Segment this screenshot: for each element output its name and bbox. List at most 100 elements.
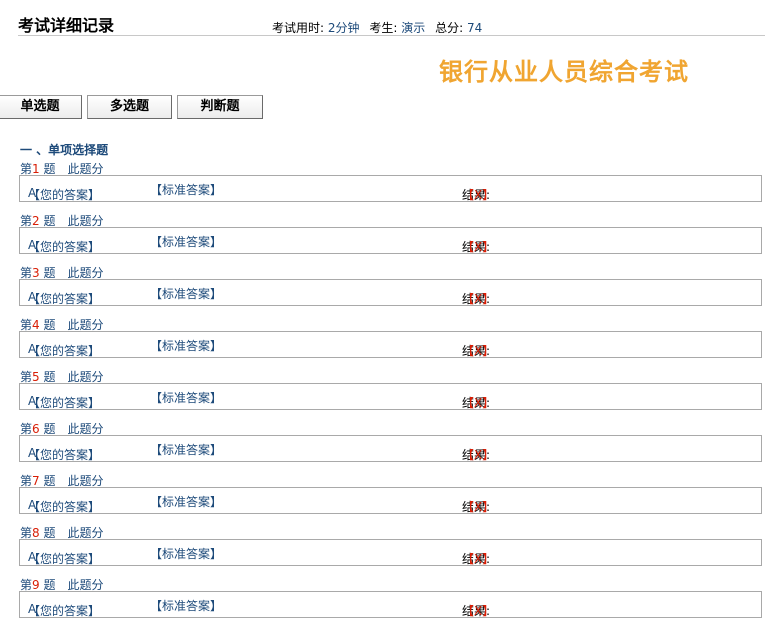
answer-box: 【您的答案】 A 【标准答案】 结果: 【X】 bbox=[19, 383, 762, 410]
question-number: 5 bbox=[32, 370, 40, 384]
tab-multiple-choice[interactable]: 多选题 bbox=[87, 95, 172, 119]
time-label: 考试用时: bbox=[272, 21, 325, 35]
your-answer-value: A bbox=[28, 342, 37, 356]
exam-name-heading: 银行从业人员综合考试 bbox=[439, 57, 689, 86]
question-suffix: 题 bbox=[39, 578, 56, 592]
question-number: 6 bbox=[32, 422, 40, 436]
answer-box: 【您的答案】 A 【标准答案】 结果: 【X】 bbox=[19, 591, 762, 618]
question-score-label: 此题分 bbox=[67, 578, 104, 592]
your-answer-label: 【您的答案】 bbox=[28, 552, 101, 566]
your-answer-value: A bbox=[28, 238, 37, 252]
question-row: 第3 题此题分 【您的答案】 A 【标准答案】 结果: 【X】 bbox=[0, 264, 765, 316]
your-answer-value: A bbox=[28, 290, 37, 304]
result-mark: 【X】 bbox=[462, 396, 495, 410]
your-answer-label: 【您的答案】 bbox=[28, 292, 101, 306]
question-prefix: 第 bbox=[20, 266, 33, 280]
page-title: 考试详细记录 bbox=[18, 16, 115, 35]
result-mark: 【X】 bbox=[462, 552, 495, 566]
question-suffix: 题 bbox=[39, 266, 56, 280]
standard-answer-label: 【标准答案】 bbox=[150, 235, 223, 249]
question-prefix: 第 bbox=[20, 526, 33, 540]
your-answer-label: 【您的答案】 bbox=[28, 240, 101, 254]
exam-meta: 考试用时: 2分钟 考生: 演示 总分: 74 bbox=[272, 19, 482, 36]
your-answer-value: A bbox=[28, 550, 37, 564]
standard-answer-label: 【标准答案】 bbox=[150, 339, 223, 353]
question-score-label: 此题分 bbox=[67, 214, 104, 228]
your-answer-label: 【您的答案】 bbox=[28, 344, 101, 358]
result-mark: 【X】 bbox=[462, 344, 495, 358]
header-bar: 考试详细记录 考试用时: 2分钟 考生: 演示 总分: 74 bbox=[0, 0, 765, 36]
your-answer-value: A bbox=[28, 602, 37, 616]
result-mark: 【X】 bbox=[462, 604, 495, 618]
your-answer-value: A bbox=[28, 498, 37, 512]
question-score-label: 此题分 bbox=[67, 526, 104, 540]
standard-answer-label: 【标准答案】 bbox=[150, 183, 223, 197]
question-number: 4 bbox=[32, 318, 40, 332]
result-mark: 【X】 bbox=[462, 188, 495, 202]
question-row: 第8 题此题分 【您的答案】 A 【标准答案】 结果: 【X】 bbox=[0, 524, 765, 576]
header-divider bbox=[18, 35, 765, 36]
question-prefix: 第 bbox=[20, 474, 33, 488]
your-answer-value: A bbox=[28, 394, 37, 408]
question-row: 第9 题此题分 【您的答案】 A 【标准答案】 结果: 【X】 bbox=[0, 576, 765, 628]
question-row: 第6 题此题分 【您的答案】 A 【标准答案】 结果: 【X】 bbox=[0, 420, 765, 472]
your-answer-value: A bbox=[28, 446, 37, 460]
total-score-value: 74 bbox=[466, 21, 483, 35]
tab-single-choice[interactable]: 单选题 bbox=[0, 95, 82, 119]
question-number: 3 bbox=[32, 266, 40, 280]
examinee-value: 演示 bbox=[401, 21, 426, 35]
section-title: 一 、单项选择题 bbox=[20, 143, 109, 157]
question-number: 7 bbox=[32, 474, 40, 488]
question-score-label: 此题分 bbox=[67, 422, 104, 436]
time-value: 2分钟 bbox=[327, 21, 360, 35]
answer-box: 【您的答案】 A 【标准答案】 结果: 【X】 bbox=[19, 175, 762, 202]
tab-true-false[interactable]: 判断题 bbox=[177, 95, 263, 119]
question-row: 第7 题此题分 【您的答案】 A 【标准答案】 结果: 【X】 bbox=[0, 472, 765, 524]
question-row: 第5 题此题分 【您的答案】 A 【标准答案】 结果: 【X】 bbox=[0, 368, 765, 420]
answer-box: 【您的答案】 A 【标准答案】 结果: 【X】 bbox=[19, 279, 762, 306]
question-row: 第1 题此题分 【您的答案】 A 【标准答案】 结果: 【X】 bbox=[0, 160, 765, 212]
question-prefix: 第 bbox=[20, 318, 33, 332]
standard-answer-label: 【标准答案】 bbox=[150, 495, 223, 509]
result-mark: 【X】 bbox=[462, 448, 495, 462]
question-list: 第1 题此题分 【您的答案】 A 【标准答案】 结果: 【X】 第2 题此题分 【您的答案】 A… bbox=[0, 160, 765, 628]
question-prefix: 第 bbox=[20, 162, 33, 176]
your-answer-label: 【您的答案】 bbox=[28, 604, 101, 618]
question-score-label: 此题分 bbox=[67, 474, 104, 488]
result-mark: 【X】 bbox=[462, 240, 495, 254]
question-suffix: 题 bbox=[39, 214, 56, 228]
standard-answer-label: 【标准答案】 bbox=[150, 443, 223, 457]
question-suffix: 题 bbox=[39, 422, 56, 436]
question-score-label: 此题分 bbox=[67, 318, 104, 332]
question-score-label: 此题分 bbox=[67, 266, 104, 280]
standard-answer-label: 【标准答案】 bbox=[150, 287, 223, 301]
question-row: 第4 题此题分 【您的答案】 A 【标准答案】 结果: 【X】 bbox=[0, 316, 765, 368]
question-number: 8 bbox=[32, 526, 40, 540]
your-answer-label: 【您的答案】 bbox=[28, 188, 101, 202]
question-suffix: 题 bbox=[39, 162, 56, 176]
score-label: 总分: bbox=[435, 21, 464, 35]
examinee-label: 考生: bbox=[369, 21, 398, 35]
question-prefix: 第 bbox=[20, 370, 33, 384]
standard-answer-label: 【标准答案】 bbox=[150, 547, 223, 561]
question-suffix: 题 bbox=[39, 526, 56, 540]
question-score-label: 此题分 bbox=[67, 162, 104, 176]
answer-box: 【您的答案】 A 【标准答案】 结果: 【X】 bbox=[19, 435, 762, 462]
answer-box: 【您的答案】 A 【标准答案】 结果: 【X】 bbox=[19, 227, 762, 254]
question-number: 9 bbox=[32, 578, 40, 592]
answer-box: 【您的答案】 A 【标准答案】 结果: 【X】 bbox=[19, 539, 762, 566]
standard-answer-label: 【标准答案】 bbox=[150, 391, 223, 405]
question-number: 2 bbox=[32, 214, 40, 228]
question-suffix: 题 bbox=[39, 474, 56, 488]
result-mark: 【X】 bbox=[462, 500, 495, 514]
your-answer-label: 【您的答案】 bbox=[28, 500, 101, 514]
answer-box: 【您的答案】 A 【标准答案】 结果: 【X】 bbox=[19, 331, 762, 358]
question-score-label: 此题分 bbox=[67, 370, 104, 384]
question-suffix: 题 bbox=[39, 370, 56, 384]
result-mark: 【X】 bbox=[462, 292, 495, 306]
question-prefix: 第 bbox=[20, 214, 33, 228]
question-suffix: 题 bbox=[39, 318, 56, 332]
question-prefix: 第 bbox=[20, 578, 33, 592]
question-prefix: 第 bbox=[20, 422, 33, 436]
your-answer-value: A bbox=[28, 186, 37, 200]
